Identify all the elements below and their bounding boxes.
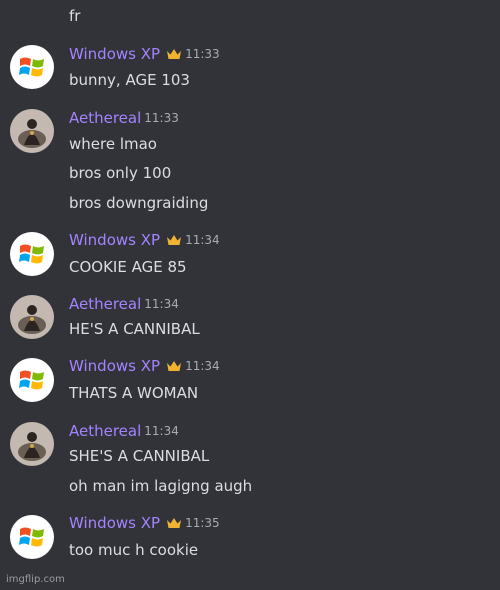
- message-text: bros only 100: [69, 164, 172, 182]
- timestamp: 11:34: [144, 424, 179, 438]
- username[interactable]: Windows XP: [69, 357, 160, 375]
- message-header: Windows XP 11:33: [69, 43, 220, 65]
- windows-xp-logo-icon[interactable]: [10, 45, 54, 89]
- crown-icon: [167, 518, 182, 528]
- message-header: Aethereal 11:34: [69, 420, 179, 442]
- message-text: fr: [69, 7, 81, 25]
- windows-xp-logo-icon[interactable]: [10, 232, 54, 276]
- windows-xp-logo-icon[interactable]: [10, 515, 54, 559]
- message-header: Aethereal 11:33: [69, 107, 179, 129]
- message-text: oh man im lagigng augh: [69, 477, 253, 495]
- dark-figure-avatar-icon[interactable]: [10, 422, 54, 466]
- timestamp: 11:34: [144, 297, 179, 311]
- username[interactable]: Aethereal: [69, 109, 141, 127]
- username[interactable]: Windows XP: [69, 514, 160, 532]
- message-text: COOKIE AGE 85: [69, 258, 187, 276]
- timestamp: 11:34: [185, 233, 220, 247]
- crown-icon: [167, 235, 182, 245]
- username[interactable]: Windows XP: [69, 45, 160, 63]
- watermark: imgflip.com: [6, 574, 65, 585]
- timestamp: 11:34: [185, 359, 220, 373]
- dark-figure-avatar-icon[interactable]: [10, 109, 54, 153]
- username[interactable]: Aethereal: [69, 422, 141, 440]
- timestamp: 11:33: [144, 111, 179, 125]
- message-header: Aethereal 11:34: [69, 293, 179, 315]
- message-text: bros downgraiding: [69, 194, 209, 212]
- windows-xp-logo-icon[interactable]: [10, 358, 54, 402]
- message-header: Windows XP 11:34: [69, 229, 220, 251]
- message-text: THATS A WOMAN: [69, 384, 199, 402]
- message-text: HE'S A CANNIBAL: [69, 320, 200, 338]
- dark-figure-avatar-icon[interactable]: [10, 295, 54, 339]
- message-header: Windows XP 11:35: [69, 512, 220, 534]
- message-text: too muc h cookie: [69, 541, 199, 559]
- username[interactable]: Aethereal: [69, 295, 141, 313]
- crown-icon: [167, 361, 182, 371]
- message-text: bunny, AGE 103: [69, 71, 190, 89]
- message-text: where lmao: [69, 135, 157, 153]
- timestamp: 11:33: [185, 47, 220, 61]
- username[interactable]: Windows XP: [69, 231, 160, 249]
- message-text: SHE'S A CANNIBAL: [69, 447, 210, 465]
- message-header: Windows XP 11:34: [69, 355, 220, 377]
- crown-icon: [167, 49, 182, 59]
- timestamp: 11:35: [185, 516, 220, 530]
